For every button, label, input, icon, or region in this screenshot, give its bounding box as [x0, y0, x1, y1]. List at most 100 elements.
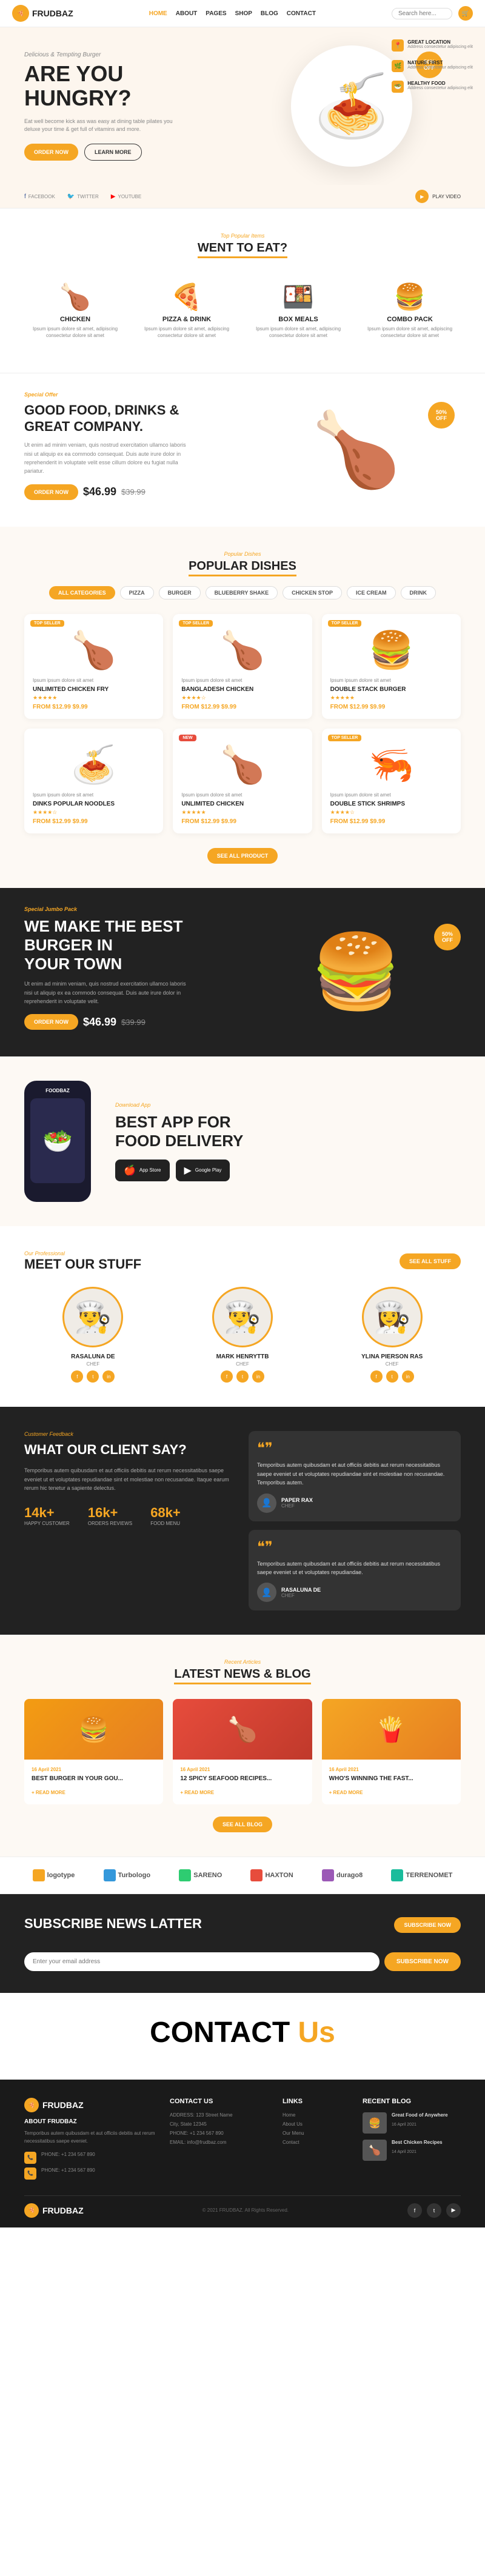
- footer-youtube-icon[interactable]: ▶: [446, 2203, 461, 2218]
- chef1-twitter[interactable]: t: [87, 1370, 99, 1383]
- contact-item-2: City, State 12345: [170, 2121, 268, 2127]
- chef2-instagram[interactable]: in: [252, 1370, 264, 1383]
- dish-card-6[interactable]: TOP SELLER 🦐 Ipsum ipsum dolore sit amet…: [322, 729, 461, 833]
- play-video[interactable]: ▶ PLAY VIDEO: [415, 190, 461, 203]
- dish-card-5[interactable]: NEW 🍗 Ipsum ipsum dolore sit amet UNLIMI…: [173, 729, 312, 833]
- category-box[interactable]: 🍱 BOX MEALS Ipsum ipsum dolore sit amet,…: [247, 273, 349, 349]
- chef2-twitter[interactable]: t: [236, 1370, 249, 1383]
- see-all-blog-button[interactable]: SEE ALL BLOG: [213, 1817, 272, 1832]
- blog-post-2[interactable]: 🍗 16 April 2021 12 SPICY SEAFOOD RECIPES…: [173, 1699, 312, 1804]
- blog-title: LATEST NEWS & BLOG: [24, 1667, 461, 1684]
- dish-card-2[interactable]: TOP SELLER 🍗 Ipsum ipsum dolore sit amet…: [173, 614, 312, 719]
- blog-post-3[interactable]: 🍟 16 April 2021 WHO'S WINNING THE FAST..…: [322, 1699, 461, 1804]
- banner-price-new: $46.99: [83, 1016, 116, 1029]
- blog-post-1[interactable]: 🍔 16 April 2021 BEST BURGER IN YOUR GOU.…: [24, 1699, 163, 1804]
- navigation: 🍕 FRUDBAZ HOME ABOUT PAGES SHOP BLOG CON…: [0, 0, 485, 27]
- nav-shop[interactable]: SHOP: [235, 10, 252, 17]
- footer-twitter-icon[interactable]: t: [427, 2203, 441, 2218]
- quote-icon-1: ❝❞: [257, 1440, 452, 1457]
- filter-drink[interactable]: DRINK: [401, 586, 436, 599]
- logo-icon: 🍕: [12, 5, 29, 22]
- youtube-link[interactable]: ▶ YOUTUBE: [111, 193, 141, 200]
- blog-post2-more[interactable]: + READ MORE: [180, 1790, 214, 1795]
- test-tag: Customer Feedback: [24, 1431, 236, 1437]
- partner-3: SARENO: [179, 1869, 222, 1881]
- search-input[interactable]: [392, 8, 452, 19]
- order-now-button[interactable]: ORDER NOW: [24, 144, 78, 161]
- filter-chicken[interactable]: CHICKEN STOP: [283, 586, 342, 599]
- nav-links: HOME ABOUT PAGES SHOP BLOG CONTACT: [149, 10, 316, 17]
- categories-list: 🍗 CHICKEN Ipsum ipsum dolore sit amet, a…: [24, 273, 461, 349]
- learn-more-button[interactable]: LEARN MORE: [84, 144, 142, 161]
- nav-pages[interactable]: PAGES: [206, 10, 226, 17]
- nav-logo[interactable]: 🍕 FRUDBAZ: [12, 5, 73, 22]
- offer-tag: Special Offer: [24, 392, 233, 398]
- quote-icon-2: ❝❞: [257, 1538, 452, 1556]
- app-store-button[interactable]: 🍎 App Store: [115, 1160, 170, 1181]
- footer-link-1[interactable]: Home: [283, 2112, 348, 2118]
- dish-card-4[interactable]: 🍝 Ipsum ipsum dolore sit amet DINKS POPU…: [24, 729, 163, 833]
- nav-home[interactable]: HOME: [149, 10, 167, 17]
- banner-order-button[interactable]: ORDER NOW: [24, 1014, 78, 1030]
- blog-post3-more[interactable]: + READ MORE: [329, 1790, 363, 1795]
- newsletter-submit-button[interactable]: SUBSCRIBE NOW: [384, 1952, 461, 1971]
- blog-post1-more[interactable]: + READ MORE: [32, 1790, 65, 1795]
- blog-post3-date: 16 April 2021: [329, 1767, 453, 1772]
- contact-item-4: EMAIL: info@frudbaz.com: [170, 2140, 268, 2145]
- partner4-name: HAXTON: [265, 1872, 293, 1879]
- chef3-twitter[interactable]: t: [386, 1370, 398, 1383]
- nav-contact[interactable]: CONTACT: [287, 10, 316, 17]
- cart-icon[interactable]: 🛒: [458, 6, 473, 21]
- newsletter-subscribe-button[interactable]: SUBSCRIBE NOW: [394, 1917, 461, 1933]
- chef1-facebook[interactable]: f: [71, 1370, 83, 1383]
- test-title: WHAT OUR CLIENT SAY?: [24, 1442, 236, 1458]
- nav-about[interactable]: ABOUT: [176, 10, 198, 17]
- filter-pizza[interactable]: PIZZA: [120, 586, 154, 599]
- app-store-label: App Store: [139, 1167, 161, 1173]
- offer-order-button[interactable]: ORDER NOW: [24, 484, 78, 500]
- dish-card-3[interactable]: TOP SELLER 🍔 Ipsum ipsum dolore sit amet…: [322, 614, 461, 719]
- footer-facebook-icon[interactable]: f: [407, 2203, 422, 2218]
- filter-burger[interactable]: BURGER: [159, 586, 201, 599]
- filter-all[interactable]: ALL CATEGORIES: [49, 586, 115, 599]
- dish-price-6: FROM $12.99 $9.99: [330, 818, 452, 825]
- footer-links-title: LINKS: [283, 2098, 348, 2105]
- blog-img-1: 🍔: [24, 1699, 163, 1760]
- chef1-instagram[interactable]: in: [102, 1370, 115, 1383]
- category-pizza[interactable]: 🍕 PIZZA & DRINK Ipsum ipsum dolore sit a…: [136, 273, 238, 349]
- footer-link-4[interactable]: Contact: [283, 2140, 348, 2145]
- chef3-name: YLINA PIERSON RAS: [323, 1353, 461, 1360]
- dish-img-6: 🦐: [330, 743, 452, 786]
- filter-shake[interactable]: BLUEBERRY SHAKE: [206, 586, 278, 599]
- chef3-facebook[interactable]: f: [370, 1370, 383, 1383]
- app-content: Download App BEST APP FORFOOD DELIVERY 🍎…: [115, 1102, 461, 1181]
- dish-img-1: 🍗: [33, 629, 155, 672]
- filter-icecream[interactable]: ICE CREAM: [347, 586, 396, 599]
- nav-blog[interactable]: BLOG: [261, 10, 278, 17]
- dish-name-6: DOUBLE STICK SHRIMPS: [330, 801, 452, 807]
- category-combo[interactable]: 🍔 COMBO PACK Ipsum ipsum dolore sit amet…: [359, 273, 461, 349]
- chef2-facebook[interactable]: f: [221, 1370, 233, 1383]
- banner-badge: 50% OFF: [434, 924, 461, 950]
- newsletter-email-input[interactable]: [24, 1952, 380, 1971]
- footer-link-3[interactable]: Our Menu: [283, 2131, 348, 2136]
- dish-card-1[interactable]: TOP SELLER 🍗 Ipsum ipsum dolore sit amet…: [24, 614, 163, 719]
- chef3-instagram[interactable]: in: [402, 1370, 414, 1383]
- footer-link-2[interactable]: About Us: [283, 2121, 348, 2127]
- dish-name-3: DOUBLE STACK BURGER: [330, 686, 452, 693]
- hero-subtitle: Delicious & Tempting Burger: [24, 52, 242, 58]
- category-chicken[interactable]: 🍗 CHICKEN Ipsum ipsum dolore sit amet, a…: [24, 273, 126, 349]
- categories-title: WENT TO EAT?: [24, 241, 461, 258]
- facebook-link[interactable]: f FACEBOOK: [24, 193, 55, 200]
- test-text: Temporibus autem quibusdam et aut offici…: [24, 1466, 236, 1492]
- dish-name-1: UNLIMITED CHICKEN FRY: [33, 686, 155, 693]
- see-all-button[interactable]: SEE ALL PRODUCT: [207, 848, 278, 864]
- see-all-staff-button[interactable]: SEE ALL STUFF: [400, 1253, 461, 1269]
- stat-orders-label: ORDERS REVIEWS: [88, 1521, 132, 1526]
- recent-post-1[interactable]: 🍔 Great Food of Anywhere 16 April 2021: [363, 2112, 461, 2134]
- google-play-button[interactable]: ▶ Google Play: [176, 1160, 230, 1181]
- recent-post-2[interactable]: 🍗 Best Chicken Recipes 14 April 2021: [363, 2140, 461, 2161]
- testimonials-left: Customer Feedback WHAT OUR CLIENT SAY? T…: [24, 1431, 236, 1610]
- filter-tabs: ALL CATEGORIES PIZZA BURGER BLUEBERRY SH…: [24, 586, 461, 599]
- twitter-link[interactable]: 🐦 TWITTER: [67, 193, 99, 200]
